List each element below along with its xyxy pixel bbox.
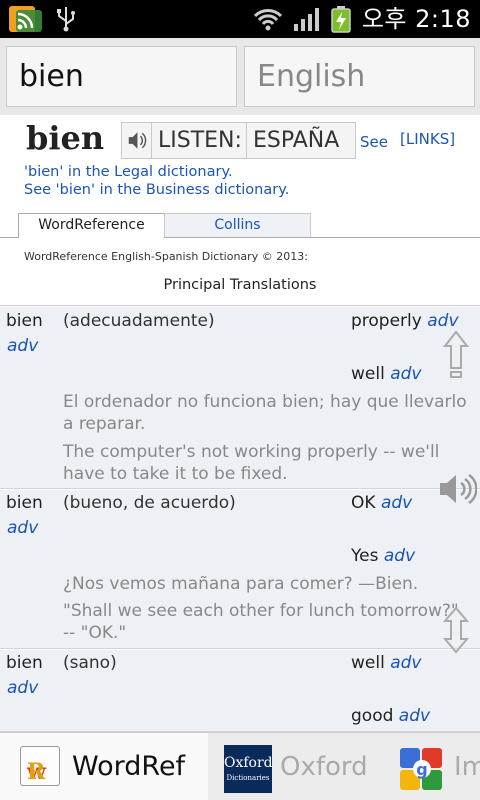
battery-charging-icon	[331, 6, 351, 33]
entry-pos: adv	[7, 518, 39, 538]
svg-text:g: g	[416, 760, 427, 779]
legal-dictionary-link[interactable]: 'bien' in the Legal dictionary.	[24, 162, 233, 182]
speaker-icon[interactable]	[437, 471, 477, 507]
entry-translation: Yes adv	[351, 546, 416, 566]
oxford-logo-icon: Oxford Dictionaries	[224, 745, 273, 793]
translation-row: bien adv (adecuadamente) properly adv we…	[0, 307, 480, 489]
rss-feed-icon	[9, 6, 42, 32]
entry-translation: well adv	[351, 364, 422, 384]
tab-wordreference[interactable]: WordReference	[18, 213, 165, 238]
entry-sense: (bueno, de acuerdo)	[63, 493, 236, 513]
status-bar: 오후 2:18	[0, 0, 480, 38]
search-header: bien English	[0, 38, 480, 115]
tab-collins[interactable]: Collins	[164, 213, 311, 238]
listen-box[interactable]: LISTEN: ESPAÑA	[121, 122, 356, 159]
signal-icon	[294, 8, 319, 31]
section-title: Principal Translations	[0, 273, 480, 306]
wordref-logo-icon: wR	[20, 746, 60, 786]
entry-sense: (adecuadamente)	[63, 311, 215, 331]
bottom-tab-label: WordRef	[72, 751, 186, 782]
bottom-tab-google-images[interactable]: g Im	[378, 733, 480, 800]
search-input[interactable]: bien	[6, 46, 237, 107]
see-link[interactable]: See	[360, 133, 388, 151]
language-selector[interactable]: English	[244, 46, 475, 107]
bottom-tab-wordref[interactable]: wR WordRef	[0, 733, 208, 800]
bottom-tab-bar: wR WordRef Oxford Dictionaries Oxford g …	[0, 732, 480, 800]
entry-sense: (sano)	[63, 653, 117, 673]
entry-translation: OK adv	[351, 493, 413, 513]
example-spanish: ¿Nos vemos mañana para comer? —Bien.	[63, 574, 419, 594]
speaker-icon[interactable]	[122, 123, 152, 158]
links-link[interactable]: [LINKS]	[400, 130, 455, 148]
entry-pos: adv	[7, 678, 39, 698]
wifi-icon	[253, 9, 283, 31]
scroll-arrows-icon[interactable]	[443, 606, 469, 654]
scroll-top-arrow-icon[interactable]	[443, 330, 469, 380]
example-spanish: El ordenador no funciona bien; hay que l…	[63, 392, 467, 434]
entry-translation: properly adv	[351, 311, 459, 331]
bottom-tab-label: Im	[454, 752, 480, 782]
example-english: The computer's not working properly -- w…	[63, 442, 440, 484]
listen-divider	[246, 123, 247, 158]
status-time: 오후 2:18	[361, 5, 471, 33]
entry-word: bien	[6, 493, 43, 513]
entry-translation: good adv	[351, 706, 431, 726]
headword: bien	[26, 119, 105, 157]
translation-row: bien adv (bueno, de acuerdo) OK adv Yes …	[0, 490, 480, 649]
entry-word: bien	[6, 653, 43, 673]
entry-pos: adv	[7, 336, 39, 356]
listen-espana-button[interactable]: ESPAÑA	[253, 123, 339, 158]
dictionary-credit: WordReference English-Spanish Dictionary…	[24, 250, 308, 263]
entry-word: bien	[6, 311, 43, 331]
usb-icon	[57, 7, 75, 32]
google-images-logo-icon: g	[400, 748, 442, 790]
translation-row: bien adv (sano) well adv good adv	[0, 650, 480, 732]
entry-translation: well adv	[351, 653, 422, 673]
bottom-tab-oxford[interactable]: Oxford Dictionaries Oxford	[208, 733, 378, 800]
listen-label: LISTEN:	[158, 128, 242, 153]
bottom-tab-label: Oxford	[280, 752, 368, 782]
example-english: "Shall we see each other for lunch tomor…	[63, 601, 459, 643]
business-dictionary-link[interactable]: See 'bien' in the Business dictionary.	[24, 180, 289, 200]
